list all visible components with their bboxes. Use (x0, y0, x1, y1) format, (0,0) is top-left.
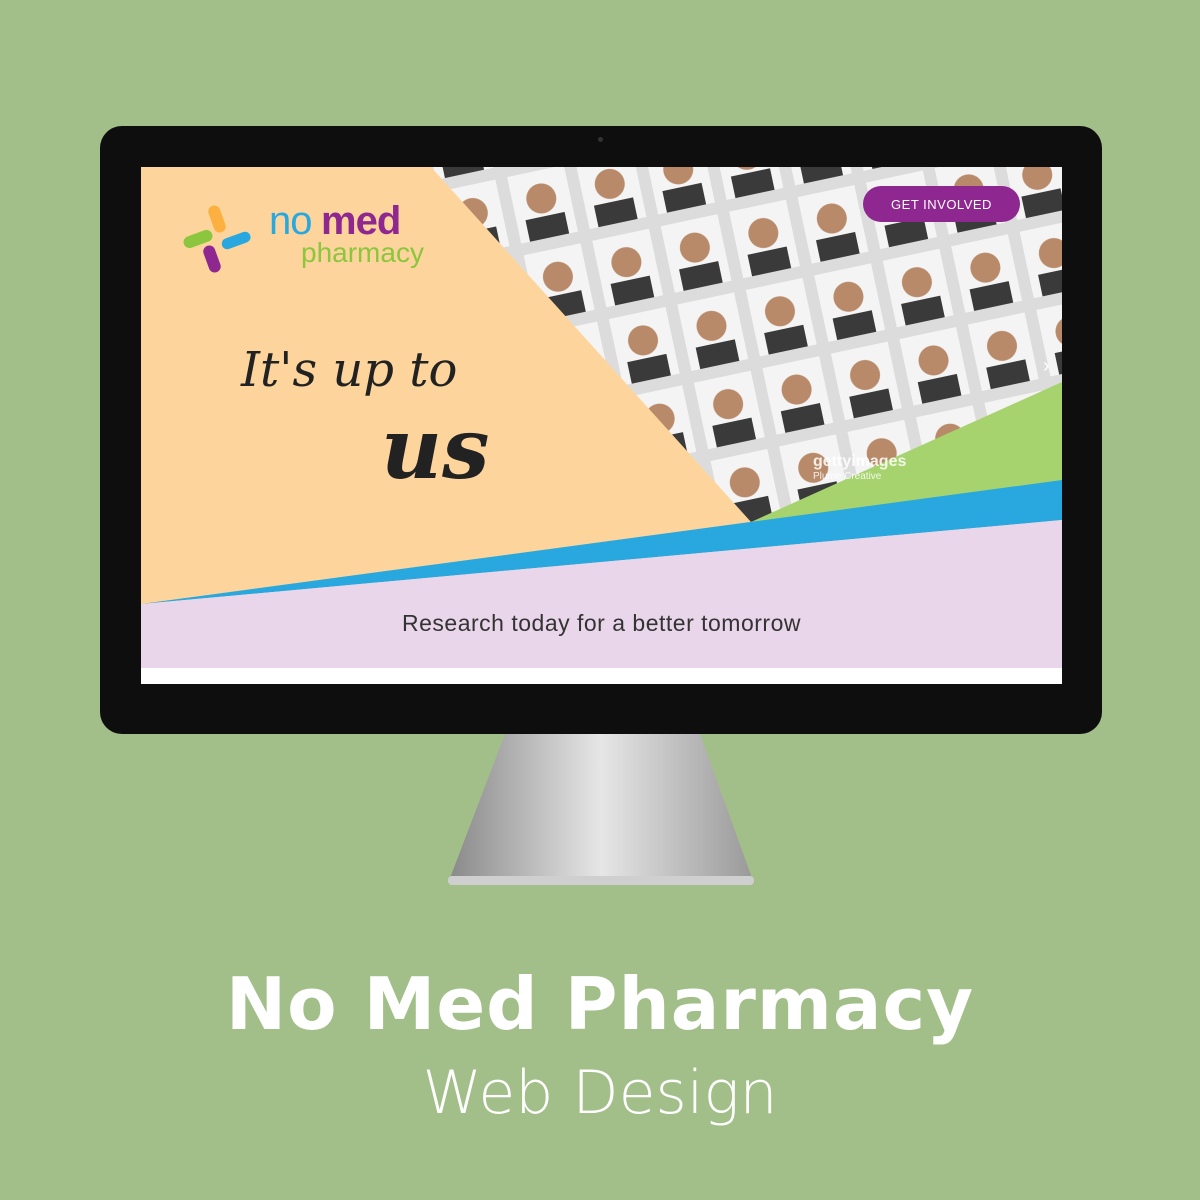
getty-watermark: gettyimages Plume Creative (813, 453, 906, 482)
watermark-brand: gettyimages (813, 453, 907, 470)
watermark-credit: Plume Creative (813, 471, 882, 482)
tagline-line1: It's up to (241, 342, 458, 398)
caption-title: No Med Pharmacy (225, 962, 975, 1046)
logo-pharmacy: pharmacy (301, 237, 424, 268)
next-slide-arrow-icon[interactable]: › (1043, 355, 1050, 378)
caption-subtitle: Web Design (422, 1058, 778, 1128)
pill-cross-icon (183, 205, 251, 273)
hero-subtitle: Research today for a better tomorrow (402, 610, 801, 636)
get-involved-button[interactable]: GET INVOLVED (863, 186, 1020, 222)
tagline-line2: us (381, 399, 490, 498)
logo[interactable]: no med pharmacy (181, 185, 424, 275)
website-screen: no med pharmacy It's up to us GET INVOLV… (141, 167, 1062, 684)
camera-icon (598, 137, 603, 142)
